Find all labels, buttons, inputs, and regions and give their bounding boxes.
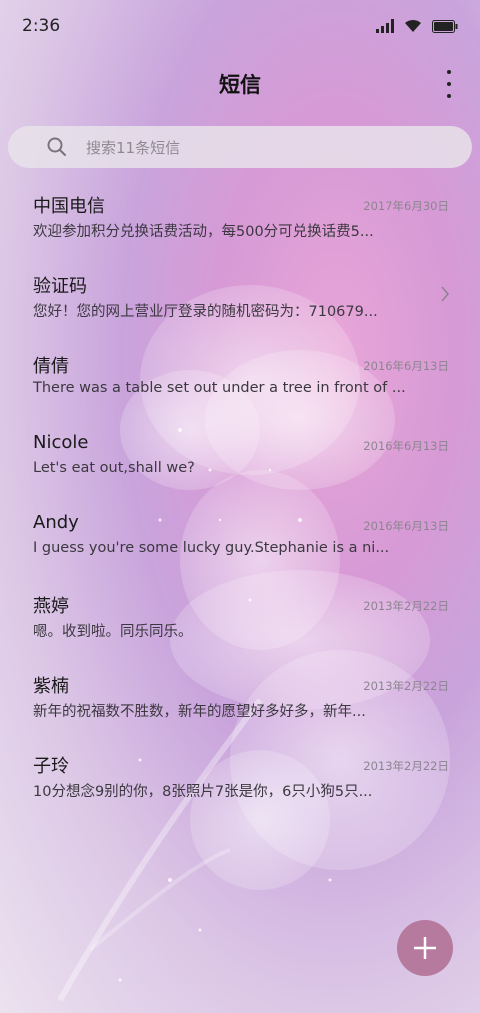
- contact-name: 燕婷: [33, 596, 69, 617]
- conversation-item[interactable]: 验证码 您好！您的网上营业厅登录的随机密码为：710679...: [0, 252, 480, 332]
- signal-icon: [376, 19, 394, 33]
- contact-name: 子玲: [33, 756, 69, 777]
- message-preview: 您好！您的网上营业厅登录的随机密码为：710679...: [33, 304, 378, 320]
- new-message-button[interactable]: [397, 920, 453, 976]
- conversation-item[interactable]: 燕婷 2013年2月22日 嗯。收到啦。同乐同乐。: [0, 572, 480, 652]
- message-preview: 嗯。收到啦。同乐同乐。: [33, 624, 193, 640]
- plus-icon: [414, 937, 436, 959]
- status-bar: 2:36: [0, 0, 480, 52]
- contact-name: 紫楠: [33, 676, 69, 697]
- conversation-list: 中国电信 2017年6月30日 欢迎参加积分兑换话费活动，每500分可兑换话费5…: [0, 172, 480, 812]
- message-preview: Let's eat out,shall we?: [33, 460, 195, 476]
- message-preview: I guess you're some lucky guy.Stephanie …: [33, 540, 390, 556]
- contact-name: 验证码: [33, 276, 87, 297]
- conversation-item[interactable]: Nicole 2016年6月13日 Let's eat out,shall we…: [0, 412, 480, 492]
- search-bar[interactable]: 搜索11条短信: [8, 126, 472, 168]
- conversation-item[interactable]: 紫楠 2013年2月22日 新年的祝福数不胜数，新年的愿望好多好多，新年...: [0, 652, 480, 732]
- status-time: 2:36: [22, 16, 61, 36]
- status-icons: [376, 19, 458, 33]
- conversation-item[interactable]: 子玲 2013年2月22日 10分想念9别的你，8张照片7张是你，6只小狗5只.…: [0, 732, 480, 812]
- contact-name: 中国电信: [33, 196, 105, 217]
- message-date: 2016年6月13日: [363, 519, 449, 533]
- battery-icon: [432, 19, 458, 33]
- message-date: 2016年6月13日: [363, 359, 449, 373]
- conversation-item[interactable]: 中国电信 2017年6月30日 欢迎参加积分兑换话费活动，每500分可兑换话费5…: [0, 172, 480, 252]
- message-preview: 新年的祝福数不胜数，新年的愿望好多好多，新年...: [33, 704, 366, 720]
- contact-name: Andy: [33, 512, 79, 533]
- message-preview: There was a table set out under a tree i…: [33, 380, 406, 396]
- message-preview: 欢迎参加积分兑换话费活动，每500分可兑换话费5...: [33, 224, 374, 240]
- message-date: 2017年6月30日: [363, 199, 449, 213]
- message-date: 2013年2月22日: [363, 759, 449, 773]
- page-title: 短信: [219, 73, 261, 97]
- more-vertical-icon[interactable]: [444, 70, 454, 98]
- contact-name: 倩倩: [33, 356, 69, 377]
- conversation-item[interactable]: 倩倩 2016年6月13日 There was a table set out …: [0, 332, 480, 412]
- conversation-item[interactable]: Andy 2016年6月13日 I guess you're some luck…: [0, 492, 480, 572]
- search-placeholder: 搜索11条短信: [86, 138, 181, 157]
- message-preview: 10分想念9别的你，8张照片7张是你，6只小狗5只...: [33, 784, 373, 800]
- title-bar: 短信: [0, 58, 480, 110]
- contact-name: Nicole: [33, 432, 89, 453]
- wifi-icon: [405, 19, 421, 32]
- chevron-right-icon: [441, 286, 449, 302]
- message-date: 2013年2月22日: [363, 679, 449, 693]
- message-date: 2013年2月22日: [363, 599, 449, 613]
- search-icon: [47, 137, 66, 156]
- message-date: 2016年6月13日: [363, 439, 449, 453]
